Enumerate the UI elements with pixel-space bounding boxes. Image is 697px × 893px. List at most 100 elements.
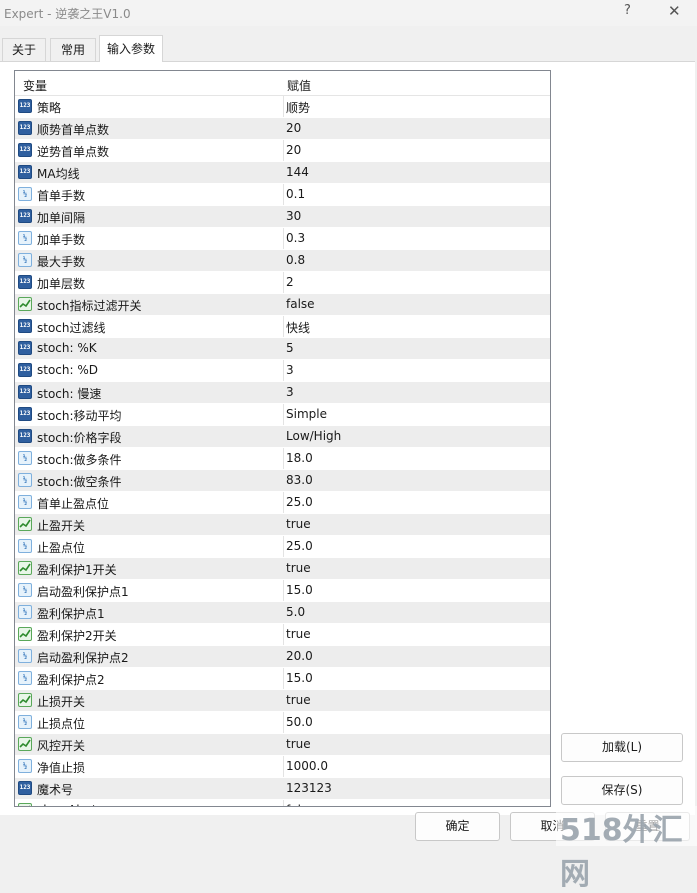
parameter-name: 盈利保护2开关	[37, 629, 117, 643]
parameter-row[interactable]: 123 MA均线 144	[15, 162, 550, 184]
parameter-name: stoch:做多条件	[37, 453, 122, 467]
parameter-row[interactable]: 止损开关 true	[15, 690, 550, 712]
parameter-value[interactable]: false	[286, 297, 315, 311]
parameter-row[interactable]: 风控开关 true	[15, 734, 550, 756]
parameter-value[interactable]: 2	[286, 275, 294, 289]
double-type-icon: ½	[18, 187, 32, 201]
close-icon[interactable]: ✕	[668, 2, 681, 20]
parameter-value[interactable]: 15.0	[286, 671, 313, 685]
parameter-value[interactable]: 快线	[286, 319, 310, 336]
parameter-row[interactable]: 123 stoch: %K 5	[15, 338, 550, 360]
parameter-row[interactable]: showAlert false	[15, 800, 550, 806]
parameter-value[interactable]: 0.8	[286, 253, 305, 267]
parameter-value[interactable]: false	[286, 803, 315, 806]
parameter-value[interactable]: 30	[286, 209, 301, 223]
parameter-name: 盈利保护点2	[37, 673, 105, 687]
ok-button[interactable]: 确定	[415, 812, 500, 841]
parameter-name: showAlert	[37, 803, 97, 806]
parameter-row[interactable]: ½ 止盈点位 25.0	[15, 536, 550, 558]
parameter-row[interactable]: 123 魔术号 123123	[15, 778, 550, 800]
column-header-variable[interactable]: 变量	[23, 77, 47, 94]
parameter-value[interactable]: 顺势	[286, 99, 310, 116]
window-title: Expert - 逆袭之王V1.0	[4, 7, 131, 21]
parameter-value[interactable]: 25.0	[286, 539, 313, 553]
parameter-row[interactable]: ½ 盈利保护点2 15.0	[15, 668, 550, 690]
parameter-name: 首单手数	[37, 189, 86, 203]
parameter-value[interactable]: 5	[286, 341, 294, 355]
parameter-value[interactable]: true	[286, 737, 311, 751]
parameter-value[interactable]: true	[286, 561, 311, 575]
load-button[interactable]: 加载(L)	[561, 733, 683, 762]
parameter-row[interactable]: 123 加单间隔 30	[15, 206, 550, 228]
parameter-row[interactable]: 123 stoch过滤线 快线	[15, 316, 550, 338]
help-icon[interactable]: ?	[624, 3, 631, 18]
tab-common[interactable]: 常用	[50, 38, 96, 61]
parameter-row[interactable]: ½ 启动盈利保护点2 20.0	[15, 646, 550, 668]
parameter-value[interactable]: Low/High	[286, 429, 341, 443]
parameter-row[interactable]: 盈利保护2开关 true	[15, 624, 550, 646]
parameter-row[interactable]: ½ stoch:做空条件 83.0	[15, 470, 550, 492]
double-type-icon: ½	[18, 231, 32, 245]
parameter-value[interactable]: 144	[286, 165, 309, 179]
integer-type-icon: 123	[18, 165, 32, 179]
parameter-row[interactable]: 123 逆势首单点数 20	[15, 140, 550, 162]
parameters-grid[interactable]: 变量 赋值 123 策略 顺势 123 顺势首单点数 20 123 逆势首单点数 20 123 MA…	[14, 70, 551, 807]
parameter-row[interactable]: 123 stoch: 慢速 3	[15, 382, 550, 404]
parameter-row[interactable]: ½ 首单手数 0.1	[15, 184, 550, 206]
parameter-value[interactable]: 1000.0	[286, 759, 328, 773]
parameter-name: stoch过滤线	[37, 321, 106, 335]
parameter-value[interactable]: 50.0	[286, 715, 313, 729]
parameter-value[interactable]: 20	[286, 121, 301, 135]
integer-type-icon: 123	[18, 121, 32, 135]
parameter-value[interactable]: 3	[286, 363, 294, 377]
parameter-name: 止盈开关	[37, 519, 86, 533]
grid-rows: 123 策略 顺势 123 顺势首单点数 20 123 逆势首单点数 20 123 MA均线 144 ½…	[15, 96, 550, 806]
parameter-row[interactable]: stoch指标过滤开关 false	[15, 294, 550, 316]
parameter-name: stoch: %K	[37, 341, 97, 355]
parameter-row[interactable]: ½ 加单手数 0.3	[15, 228, 550, 250]
parameter-value[interactable]: 123123	[286, 781, 332, 795]
parameter-value[interactable]: 0.1	[286, 187, 305, 201]
parameter-row[interactable]: ½ 最大手数 0.8	[15, 250, 550, 272]
parameter-row[interactable]: ½ stoch:做多条件 18.0	[15, 448, 550, 470]
double-type-icon: ½	[18, 605, 32, 619]
parameter-row[interactable]: 123 stoch:价格字段 Low/High	[15, 426, 550, 448]
parameter-row[interactable]: 止盈开关 true	[15, 514, 550, 536]
parameter-row[interactable]: 123 顺势首单点数 20	[15, 118, 550, 140]
save-button[interactable]: 保存(S)	[561, 776, 683, 805]
tab-about[interactable]: 关于	[2, 38, 46, 61]
boolean-type-icon	[18, 517, 32, 531]
parameter-value[interactable]: 3	[286, 385, 294, 399]
parameter-name: 策略	[37, 101, 62, 115]
parameter-name: stoch:移动平均	[37, 409, 122, 423]
parameter-row[interactable]: 123 stoch:移动平均 Simple	[15, 404, 550, 426]
parameter-value[interactable]: Simple	[286, 407, 327, 421]
parameter-value[interactable]: 20	[286, 143, 301, 157]
integer-type-icon: 123	[18, 407, 32, 421]
tab-input-params[interactable]: 输入参数	[99, 35, 163, 62]
parameter-value[interactable]: 0.3	[286, 231, 305, 245]
parameter-value[interactable]: 25.0	[286, 495, 313, 509]
parameter-row[interactable]: ½ 净值止损 1000.0	[15, 756, 550, 778]
parameter-value[interactable]: 83.0	[286, 473, 313, 487]
parameter-value[interactable]: 15.0	[286, 583, 313, 597]
parameter-row[interactable]: ½ 止损点位 50.0	[15, 712, 550, 734]
column-header-value[interactable]: 赋值	[287, 77, 311, 94]
parameter-row[interactable]: 盈利保护1开关 true	[15, 558, 550, 580]
double-type-icon: ½	[18, 253, 32, 267]
parameter-value[interactable]: true	[286, 693, 311, 707]
parameter-value[interactable]: 20.0	[286, 649, 313, 663]
parameter-row[interactable]: ½ 启动盈利保护点1 15.0	[15, 580, 550, 602]
parameter-value[interactable]: true	[286, 517, 311, 531]
parameter-value[interactable]: 5.0	[286, 605, 305, 619]
integer-type-icon: 123	[18, 143, 32, 157]
parameter-row[interactable]: ½ 盈利保护点1 5.0	[15, 602, 550, 624]
parameter-name: stoch: %D	[37, 363, 99, 377]
parameter-row[interactable]: 123 策略 顺势	[15, 96, 550, 118]
parameter-row[interactable]: 123 加单层数 2	[15, 272, 550, 294]
parameter-value[interactable]: true	[286, 627, 311, 641]
boolean-type-icon	[18, 693, 32, 707]
parameter-row[interactable]: 123 stoch: %D 3	[15, 360, 550, 382]
parameter-row[interactable]: ½ 首单止盈点位 25.0	[15, 492, 550, 514]
parameter-value[interactable]: 18.0	[286, 451, 313, 465]
